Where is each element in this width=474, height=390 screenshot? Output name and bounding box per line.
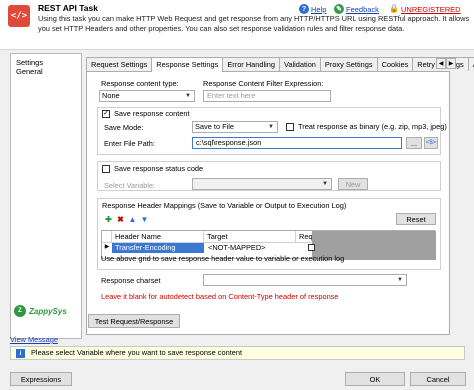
header-mappings-hint: Use above grid to save response header v…: [101, 254, 345, 263]
chevron-down-icon: ▼: [268, 124, 274, 130]
chevron-down-icon: ▼: [322, 181, 328, 187]
tab-request-settings[interactable]: Request Settings: [86, 57, 153, 71]
file-path-input[interactable]: c:\sql\response.json: [192, 137, 402, 149]
ok-button[interactable]: OK: [345, 372, 405, 386]
settings-tabs: Request Settings Response Settings Error…: [86, 57, 474, 72]
tab-proxy-settings[interactable]: Proxy Settings: [319, 57, 378, 71]
tab-overflow[interactable]: A: [467, 57, 474, 71]
select-variable-label: Select Variable:: [104, 181, 156, 190]
task-description: Using this task you can make HTTP Web Re…: [38, 14, 470, 33]
zappysys-logo: Z ZappySys: [14, 303, 80, 319]
chevron-down-icon: ▼: [185, 93, 191, 99]
grid-column-target[interactable]: Target: [204, 231, 296, 243]
lock-icon: 🔒: [389, 4, 399, 13]
save-response-checkbox[interactable]: ✓: [102, 110, 110, 118]
cancel-button[interactable]: Cancel: [410, 372, 466, 386]
zappysys-brand: ZappySys: [29, 306, 67, 316]
content-type-select[interactable]: None ▼: [99, 90, 195, 102]
grid-column-header-name[interactable]: Header Name: [112, 231, 204, 243]
save-status-code-checkbox[interactable]: [102, 165, 110, 173]
new-variable-button[interactable]: New: [338, 178, 368, 190]
task-title: REST API Task: [38, 3, 98, 13]
table-row-required-checkbox[interactable]: [308, 244, 315, 251]
view-message-link[interactable]: View Message: [10, 335, 58, 344]
zappysys-mark-icon: Z: [14, 305, 26, 317]
status-message: Please select Variable where you want to…: [31, 348, 243, 357]
browse-button[interactable]: ...: [406, 137, 422, 149]
status-variable-select[interactable]: ▼: [192, 178, 332, 190]
header-mappings-title: Response Header Mappings (Save to Variab…: [102, 201, 347, 210]
tab-scroll-right-icon[interactable]: ▶: [446, 58, 456, 69]
test-request-button[interactable]: Test Request/Response: [88, 314, 180, 328]
feedback-icon[interactable]: ✎: [334, 4, 344, 14]
response-settings-panel: Response content type: None ▼ Response C…: [86, 71, 450, 335]
tab-response-settings[interactable]: Response Settings: [151, 57, 224, 72]
delete-row-icon[interactable]: ✖: [116, 215, 125, 224]
expressions-button[interactable]: Expressions: [10, 372, 72, 386]
info-icon: i: [16, 349, 25, 358]
charset-label: Response charset: [101, 276, 161, 285]
chevron-down-icon: ▼: [397, 277, 403, 283]
binary-label: Treat response as binary (e.g. zip, mp3,…: [298, 122, 447, 131]
tab-cookies[interactable]: Cookies: [376, 57, 414, 71]
settings-tree: Settings General Z ZappySys: [10, 53, 82, 339]
grid-row-selector-icon[interactable]: ▶: [102, 243, 112, 253]
save-mode-label: Save Mode:: [104, 123, 144, 132]
save-response-label: Save response content: [114, 109, 190, 118]
add-row-icon[interactable]: ✚: [104, 215, 113, 224]
tab-scroll: ◀ ▶: [436, 58, 456, 69]
tab-error-handling[interactable]: Error Handling: [222, 57, 280, 71]
tab-scroll-left-icon[interactable]: ◀: [436, 58, 446, 69]
tab-validation[interactable]: Validation: [279, 57, 321, 71]
move-down-icon[interactable]: ▼: [140, 215, 149, 224]
table-row-header-name[interactable]: Transfer-Encoding: [112, 243, 204, 253]
filter-expression-input[interactable]: Enter text here: [203, 90, 331, 102]
save-response-group: ✓ Save response content Save Mode: Save …: [97, 107, 447, 155]
feedback-link[interactable]: Feedback: [346, 5, 379, 14]
tree-item-general[interactable]: General: [16, 67, 43, 76]
charset-hint: Leave it blank for autodetect based on C…: [101, 292, 339, 301]
help-icon[interactable]: ?: [299, 4, 309, 14]
code-icon: </>: [8, 5, 30, 27]
reset-button[interactable]: Reset: [396, 213, 436, 225]
filter-expression-label: Response Content Filter Expression:: [203, 79, 324, 88]
binary-checkbox[interactable]: [286, 123, 294, 131]
save-mode-select[interactable]: Save to File ▼: [192, 121, 278, 133]
unregistered-link[interactable]: UNREGISTERED: [401, 5, 461, 14]
status-message-bar: i Please select Variable where you want …: [10, 346, 465, 360]
file-path-label: Enter File Path:: [104, 139, 155, 148]
charset-select[interactable]: ▼: [203, 274, 407, 286]
task-header: </> REST API Task Using this task you ca…: [0, 0, 474, 50]
move-up-icon[interactable]: ▲: [128, 215, 137, 224]
save-status-code-label: Save response status code: [114, 164, 204, 173]
grid-row-header-corner: [102, 231, 112, 243]
tree-item-settings[interactable]: Settings: [16, 58, 43, 67]
table-row-target[interactable]: <NOT-MAPPED>: [206, 243, 296, 253]
content-type-label: Response content type:: [101, 79, 179, 88]
status-code-group: Save response status code Select Variabl…: [97, 161, 441, 191]
help-link[interactable]: Help: [311, 5, 326, 14]
variable-button[interactable]: <$>: [424, 137, 438, 149]
